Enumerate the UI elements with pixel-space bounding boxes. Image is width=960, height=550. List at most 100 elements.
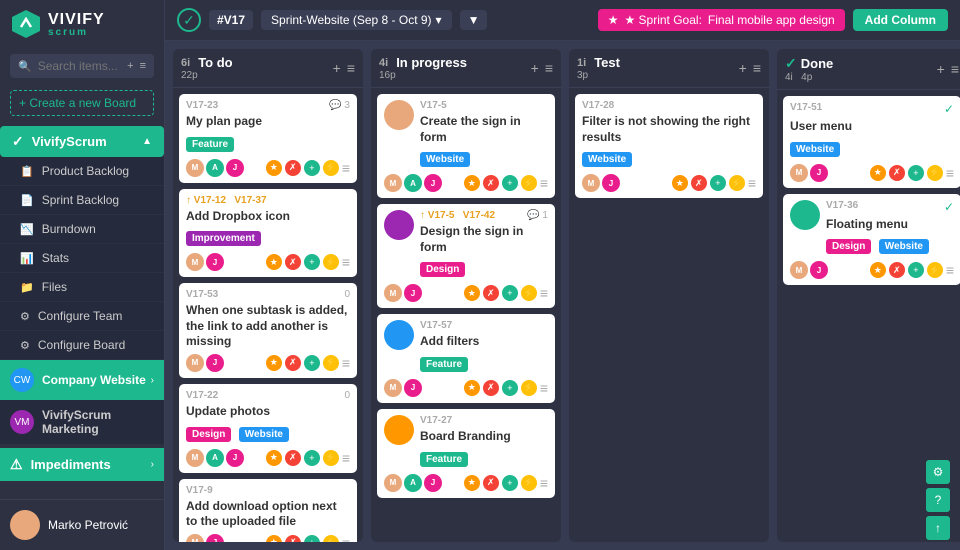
column-add-card-button-done[interactable]: + xyxy=(937,61,945,77)
sidebar-impediments[interactable]: ⚠ Impediments › xyxy=(0,448,164,481)
column-menu-button-inprogress[interactable]: ≡ xyxy=(545,60,553,76)
card-icon-btn[interactable]: + xyxy=(304,450,320,466)
sidebar-item-configure-team[interactable]: ⚙ Configure Team xyxy=(0,302,164,331)
card-icon-btn[interactable]: ★ xyxy=(464,475,480,491)
card-icon-btn[interactable]: + xyxy=(908,262,924,278)
card-menu-icon[interactable]: ≡ xyxy=(540,285,548,301)
card-icon-btn[interactable]: ⚡ xyxy=(323,355,339,371)
card-v17-5-signin[interactable]: V17-5 Create the sign in form Website M … xyxy=(377,94,555,198)
card-icon-btn[interactable]: ★ xyxy=(266,160,282,176)
card-icon-btn[interactable]: ★ xyxy=(266,450,282,466)
card-icon-btn[interactable]: ✗ xyxy=(483,475,499,491)
card-v17-22[interactable]: V17-22 0 Update photos Design Website M … xyxy=(179,384,357,473)
card-icon-btn[interactable]: ★ xyxy=(464,175,480,191)
search-input[interactable] xyxy=(38,59,121,73)
card-icon-btn[interactable]: ⚡ xyxy=(927,165,943,181)
card-menu-icon[interactable]: ≡ xyxy=(342,355,350,371)
card-icon-btn[interactable]: ✗ xyxy=(285,535,301,542)
card-icon-btn[interactable]: + xyxy=(502,175,518,191)
card-v17-23[interactable]: V17-23 💬 3 My plan page Feature M A J ★ xyxy=(179,94,357,183)
card-icon-btn[interactable]: ★ xyxy=(672,175,688,191)
card-icon-btn[interactable]: ✗ xyxy=(483,380,499,396)
card-v17-51[interactable]: V17-51 ✓ User menu Website M J ★ ✗ + xyxy=(783,96,960,188)
card-menu-icon[interactable]: ≡ xyxy=(342,450,350,466)
card-icon-btn[interactable]: ★ xyxy=(464,380,480,396)
card-icon-btn[interactable]: ⚡ xyxy=(323,254,339,270)
card-icon-btn[interactable]: ✗ xyxy=(285,355,301,371)
card-menu-icon[interactable]: ≡ xyxy=(946,165,954,181)
card-menu-icon[interactable]: ≡ xyxy=(342,160,350,176)
card-v17-53[interactable]: V17-53 0 When one subtask is added, the … xyxy=(179,283,357,378)
card-icon-btn[interactable]: + xyxy=(304,160,320,176)
column-menu-button-test[interactable]: ≡ xyxy=(753,60,761,76)
card-menu-icon[interactable]: ≡ xyxy=(540,475,548,491)
card-icon-btn[interactable]: + xyxy=(908,165,924,181)
card-menu-icon[interactable]: ≡ xyxy=(946,262,954,278)
card-icon-btn[interactable]: ⚡ xyxy=(729,175,745,191)
card-icon-btn[interactable]: ✗ xyxy=(483,285,499,301)
sidebar-section-vivifyscrum[interactable]: ✓ VivifyScrum ▲ xyxy=(0,126,164,157)
sidebar-board-vivifyscrum-marketing[interactable]: VM VivifyScrumMarketing xyxy=(0,400,164,444)
column-add-card-button-todo[interactable]: + xyxy=(333,60,341,76)
sidebar-user[interactable]: Marko Petrović xyxy=(0,499,164,550)
card-icon-btn[interactable]: ⚡ xyxy=(521,175,537,191)
card-icon-btn[interactable]: ★ xyxy=(266,535,282,542)
card-icon-btn[interactable]: + xyxy=(304,254,320,270)
card-v17-42[interactable]: ↑ V17-5 V17-42 💬 1 Design the sign in fo… xyxy=(377,204,555,308)
card-icon-btn[interactable]: ✗ xyxy=(483,175,499,191)
card-menu-icon[interactable]: ≡ xyxy=(540,175,548,191)
card-icon-btn[interactable]: ⚡ xyxy=(323,160,339,176)
card-icon-btn[interactable]: + xyxy=(502,475,518,491)
card-menu-icon[interactable]: ≡ xyxy=(342,535,350,542)
card-v17-27[interactable]: V17-27 Board Branding Feature M A J xyxy=(377,409,555,498)
search-bar[interactable]: 🔍 + ≡ xyxy=(10,54,154,78)
card-icon-btn[interactable]: + xyxy=(304,355,320,371)
card-v17-28[interactable]: V17-28 Filter is not showing the right r… xyxy=(575,94,763,198)
card-icon-btn[interactable]: ⚡ xyxy=(323,450,339,466)
card-icon-btn[interactable]: ✗ xyxy=(889,262,905,278)
column-add-card-button-test[interactable]: + xyxy=(739,60,747,76)
card-icon-btn[interactable]: ✗ xyxy=(889,165,905,181)
card-menu-icon[interactable]: ≡ xyxy=(540,380,548,396)
card-icon-btn[interactable]: ★ xyxy=(266,254,282,270)
create-board-button[interactable]: + Create a new Board xyxy=(10,90,154,116)
card-icon-btn[interactable]: ✗ xyxy=(285,254,301,270)
card-v17-36[interactable]: V17-36 ✓ Floating menu Design Website xyxy=(783,194,960,286)
topbar-version[interactable]: #V17 xyxy=(209,10,253,30)
topbar-sprint-selector[interactable]: Sprint-Website (Sep 8 - Oct 9) ▾ xyxy=(261,10,452,30)
add-column-button[interactable]: Add Column xyxy=(853,9,948,31)
utility-btn-3[interactable]: ↑ xyxy=(926,516,950,540)
card-icon-btn[interactable]: ★ xyxy=(464,285,480,301)
card-icon-btn[interactable]: ⚡ xyxy=(521,380,537,396)
column-add-card-button-inprogress[interactable]: + xyxy=(531,60,539,76)
card-icon-btn[interactable]: + xyxy=(710,175,726,191)
card-icon-btn[interactable]: ⚡ xyxy=(323,535,339,542)
utility-btn-1[interactable]: ⚙ xyxy=(926,460,950,484)
sidebar-item-product-backlog[interactable]: 📋 Product Backlog xyxy=(0,157,164,186)
card-icon-btn[interactable]: ✗ xyxy=(285,160,301,176)
card-v17-57[interactable]: V17-57 Add filters Feature M J ★ xyxy=(377,314,555,403)
card-icon-btn[interactable]: + xyxy=(502,380,518,396)
card-icon-btn[interactable]: + xyxy=(502,285,518,301)
card-icon-btn[interactable]: ★ xyxy=(266,355,282,371)
sidebar-item-configure-board[interactable]: ⚙ Configure Board xyxy=(0,331,164,360)
card-icon-btn[interactable]: ★ xyxy=(870,165,886,181)
card-v17-37[interactable]: ↑ V17-12 V17-37 Add Dropbox icon Improve… xyxy=(179,189,357,278)
card-menu-icon[interactable]: ≡ xyxy=(342,254,350,270)
card-icon-btn[interactable]: ⚡ xyxy=(927,262,943,278)
card-icon-btn[interactable]: ⚡ xyxy=(521,285,537,301)
sidebar-item-files[interactable]: 📁 Files xyxy=(0,273,164,302)
card-v17-9[interactable]: V17-9 Add download option next to the up… xyxy=(179,479,357,542)
sidebar-item-stats[interactable]: 📊 Stats xyxy=(0,244,164,273)
column-menu-button-done[interactable]: ≡ xyxy=(951,61,959,77)
sidebar-item-sprint-backlog[interactable]: 📄 Sprint Backlog xyxy=(0,186,164,215)
card-icon-btn[interactable]: ✗ xyxy=(691,175,707,191)
card-icon-btn[interactable]: ★ xyxy=(870,262,886,278)
card-icon-btn[interactable]: ⚡ xyxy=(521,475,537,491)
card-icon-btn[interactable]: ✗ xyxy=(285,450,301,466)
card-icon-btn[interactable]: + xyxy=(304,535,320,542)
utility-btn-2[interactable]: ? xyxy=(926,488,950,512)
topbar-filter-button[interactable]: ▼ xyxy=(460,10,488,30)
card-menu-icon[interactable]: ≡ xyxy=(748,175,756,191)
sidebar-board-company-website[interactable]: CW Company Website › xyxy=(0,360,164,400)
